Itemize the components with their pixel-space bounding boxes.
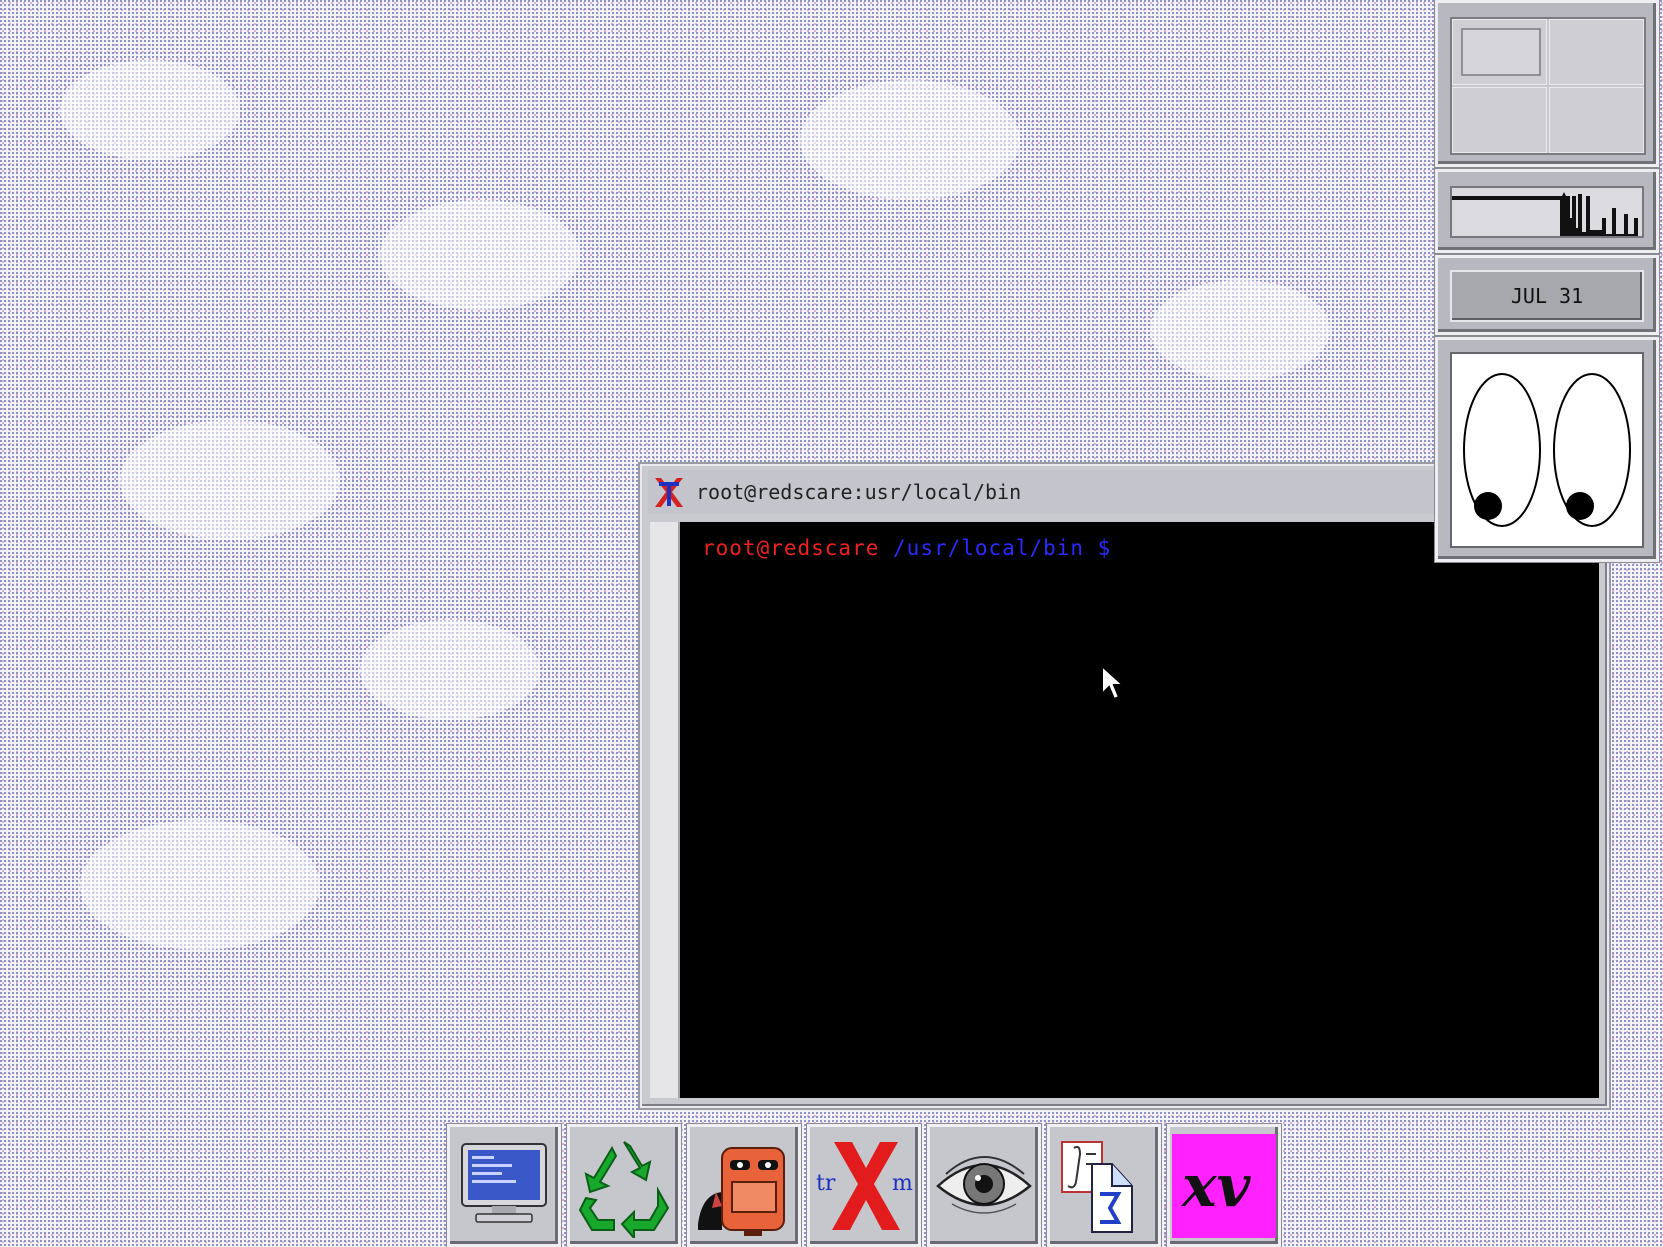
wallpaper-blob (360, 620, 540, 720)
app-launcher: tr m xv (447, 1124, 1287, 1247)
wallpaper-blob (1150, 280, 1330, 380)
wallpaper-blob (80, 820, 320, 950)
date-panel: JUL 31 (1435, 255, 1659, 335)
wallpaper-blob (60, 60, 240, 160)
xeyes-display (1450, 352, 1644, 548)
recycle-icon (578, 1140, 670, 1238)
shell-prompt: root@redscare /usr/local/bin $ (702, 536, 1111, 560)
launch-xeyes-button[interactable] (927, 1124, 1041, 1247)
launch-calculator-button[interactable] (1047, 1124, 1161, 1247)
launch-terminal-button[interactable] (447, 1124, 561, 1247)
launch-xv-button[interactable]: xv (1167, 1124, 1281, 1247)
pager-desk-4[interactable] (1549, 87, 1644, 153)
date-display[interactable]: JUL 31 (1450, 270, 1644, 322)
pager-desk-2[interactable] (1549, 19, 1644, 85)
xterm-icon: tr m (816, 1141, 913, 1230)
x-window-icon[interactable] (652, 474, 686, 510)
launch-recycle-button[interactable] (567, 1124, 681, 1247)
mouse-pointer-icon (1101, 664, 1126, 701)
desktop-pager (1435, 0, 1659, 167)
prompt-path: /usr/local/bin $ (893, 536, 1112, 560)
launch-xterm-button[interactable]: tr m (807, 1124, 921, 1247)
xv-icon: xv (1172, 1133, 1276, 1238)
wallpaper-blob (800, 80, 1020, 200)
xeyes-panel (1435, 337, 1659, 562)
load-monitor (1435, 169, 1659, 253)
load-graph (1450, 186, 1644, 238)
launch-mail-button[interactable] (687, 1124, 801, 1247)
pager-grid (1450, 17, 1646, 155)
prompt-user: root@redscare (702, 536, 880, 560)
wallpaper-blob (380, 200, 580, 310)
load-graph-icon (1452, 192, 1638, 236)
pager-window-thumb[interactable] (1461, 28, 1541, 76)
svg-text:tr: tr (816, 1171, 836, 1196)
mailbox-icon (698, 1146, 785, 1236)
svg-text:xv: xv (1180, 1152, 1252, 1220)
eye-icon (936, 1155, 1032, 1214)
window-title: root@redscare:usr/local/bin (696, 480, 1022, 504)
pager-desk-3[interactable] (1452, 87, 1547, 153)
terminal-scrollbar[interactable] (650, 522, 680, 1098)
svg-text:m: m (892, 1171, 913, 1196)
monitor-icon (461, 1142, 547, 1223)
math-formula-icon (1061, 1140, 1133, 1233)
terminal-output[interactable]: root@redscare /usr/local/bin $ (680, 522, 1599, 1098)
pager-desk-1[interactable] (1452, 19, 1547, 85)
wallpaper-blob (120, 420, 340, 540)
eyes-icon (1463, 373, 1631, 527)
